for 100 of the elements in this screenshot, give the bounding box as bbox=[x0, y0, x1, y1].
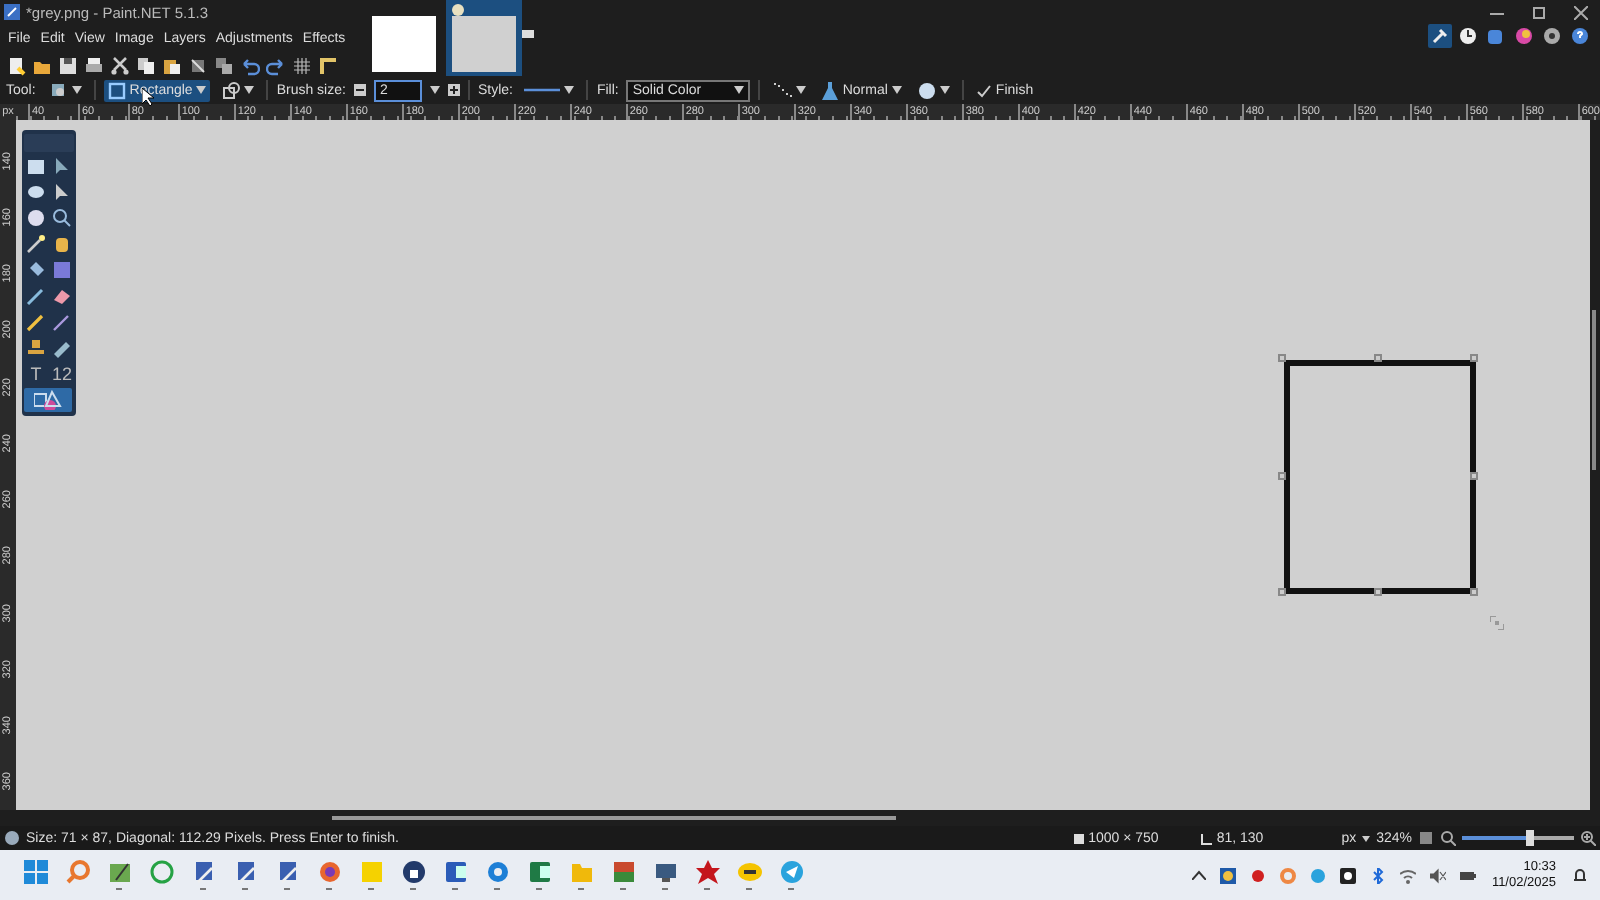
resize-handle[interactable] bbox=[1470, 588, 1478, 596]
selection-mode-dropdown[interactable] bbox=[913, 79, 954, 101]
redo-icon[interactable] bbox=[266, 55, 286, 75]
ellipse-select-tool[interactable] bbox=[24, 206, 48, 230]
magic-wand-tool[interactable] bbox=[24, 232, 48, 256]
save-icon[interactable] bbox=[58, 55, 78, 75]
fit-window-icon[interactable] bbox=[1418, 830, 1434, 846]
shapes-tool-icon bbox=[4, 830, 20, 846]
pan-tool[interactable] bbox=[50, 232, 74, 256]
vertical-scrollbar[interactable] bbox=[1592, 310, 1596, 470]
zoom-out-icon[interactable] bbox=[1440, 830, 1456, 846]
increase-icon[interactable] bbox=[447, 84, 460, 96]
paper-plane-icon[interactable] bbox=[779, 860, 803, 884]
eraser-tool[interactable] bbox=[50, 284, 74, 308]
zoom-slider-thumb[interactable] bbox=[1525, 830, 1534, 846]
record-icon[interactable] bbox=[1249, 867, 1266, 883]
image-app-icon[interactable] bbox=[107, 860, 131, 884]
rect-select-tool[interactable] bbox=[24, 154, 48, 178]
new-icon[interactable] bbox=[6, 55, 26, 75]
shape-type-dropdown[interactable] bbox=[218, 79, 259, 101]
monitor-app-icon[interactable] bbox=[653, 860, 677, 884]
shapes-icon bbox=[34, 390, 62, 410]
zoom-tool[interactable] bbox=[50, 206, 74, 230]
brush-tool[interactable] bbox=[24, 284, 48, 308]
antialias-dropdown[interactable] bbox=[768, 80, 811, 100]
recolor-tool[interactable] bbox=[50, 336, 74, 360]
resize-handle[interactable] bbox=[1374, 354, 1382, 362]
battery-icon[interactable] bbox=[1459, 867, 1476, 883]
resize-handle[interactable] bbox=[1278, 588, 1286, 596]
app-logo-icon bbox=[4, 4, 20, 20]
notification-bell-icon[interactable] bbox=[1572, 867, 1588, 883]
resize-handle[interactable] bbox=[1470, 354, 1478, 362]
ellipse-select-icon bbox=[26, 208, 46, 228]
caret-icon bbox=[939, 86, 950, 94]
crop-icon[interactable] bbox=[188, 55, 208, 75]
browser-icon[interactable] bbox=[317, 860, 341, 884]
deselect-icon[interactable] bbox=[214, 55, 234, 75]
caret-icon bbox=[796, 86, 807, 94]
grid-icon[interactable] bbox=[292, 55, 312, 75]
lasso-tool[interactable] bbox=[24, 180, 48, 204]
document-app-icon[interactable] bbox=[443, 860, 467, 884]
stamp-tool[interactable] bbox=[24, 336, 48, 360]
move-selection-tool[interactable] bbox=[50, 180, 74, 204]
horizontal-scrollbar[interactable] bbox=[332, 816, 896, 820]
move-handle-icon[interactable] bbox=[1490, 616, 1504, 630]
wrench-icon[interactable] bbox=[1430, 26, 1450, 46]
color-wheel-icon[interactable] bbox=[1514, 26, 1534, 46]
layers-icon[interactable] bbox=[1486, 26, 1506, 46]
zoom-icon bbox=[52, 208, 72, 228]
splat-app-icon[interactable] bbox=[695, 860, 719, 884]
settings-icon[interactable] bbox=[1542, 26, 1562, 46]
decrease-icon[interactable] bbox=[353, 84, 366, 96]
paste-icon[interactable] bbox=[162, 55, 182, 75]
resize-handle[interactable] bbox=[1278, 354, 1286, 362]
text-tool[interactable]: T bbox=[24, 362, 48, 386]
start-icon[interactable] bbox=[23, 860, 47, 884]
caret-icon[interactable] bbox=[1362, 835, 1371, 841]
magic-wand-icon bbox=[26, 234, 46, 254]
cut-icon[interactable] bbox=[110, 55, 130, 75]
photo-app-icon[interactable] bbox=[611, 860, 635, 884]
search-icon[interactable] bbox=[65, 860, 89, 884]
square-tray-icon[interactable] bbox=[1219, 867, 1236, 883]
flask-icon bbox=[822, 81, 839, 99]
copy-icon[interactable] bbox=[136, 55, 156, 75]
image-thumbnail bbox=[372, 16, 436, 72]
chat-app-icon[interactable] bbox=[149, 860, 173, 884]
spreadsheet-app-icon[interactable] bbox=[527, 860, 551, 884]
line-tool[interactable]: 12 bbox=[50, 362, 74, 386]
dropdown-icon[interactable] bbox=[429, 86, 440, 94]
paint-app-icon[interactable] bbox=[233, 860, 257, 884]
pan-icon bbox=[52, 234, 72, 254]
lock-app-icon[interactable] bbox=[401, 860, 425, 884]
resize-handle[interactable] bbox=[1374, 588, 1382, 596]
resize-handle[interactable] bbox=[1278, 471, 1286, 479]
move-icon bbox=[52, 156, 72, 176]
globe-app-icon[interactable] bbox=[485, 860, 509, 884]
tab-menu-icon[interactable] bbox=[522, 30, 534, 42]
resize-handle[interactable] bbox=[1470, 471, 1478, 479]
wifi-icon[interactable] bbox=[1399, 867, 1416, 883]
undo-icon[interactable] bbox=[240, 55, 260, 75]
chevron-up-icon[interactable] bbox=[1191, 870, 1206, 880]
pencil-tool[interactable] bbox=[24, 310, 48, 334]
picker-tool[interactable] bbox=[50, 310, 74, 334]
badge-app-icon[interactable] bbox=[737, 860, 761, 884]
antialias-icon bbox=[772, 82, 793, 98]
bluetooth-icon[interactable] bbox=[1369, 867, 1386, 883]
gradient-tool[interactable] bbox=[50, 258, 74, 282]
maximize-icon[interactable] bbox=[1532, 5, 1546, 19]
print-icon[interactable] bbox=[84, 55, 104, 75]
muted-speaker-icon[interactable] bbox=[1429, 867, 1446, 883]
recolor-icon bbox=[52, 338, 72, 358]
paint-app-icon[interactable] bbox=[191, 860, 215, 884]
shapes-tool[interactable] bbox=[24, 388, 72, 412]
caret-icon bbox=[244, 86, 255, 94]
close-icon[interactable] bbox=[1574, 5, 1588, 19]
paint-app-icon[interactable] bbox=[275, 860, 299, 884]
move-tool[interactable] bbox=[50, 154, 74, 178]
zoom-in-icon[interactable] bbox=[1580, 830, 1596, 846]
line-style-dropdown[interactable] bbox=[520, 84, 579, 96]
help-icon[interactable] bbox=[1570, 26, 1590, 46]
